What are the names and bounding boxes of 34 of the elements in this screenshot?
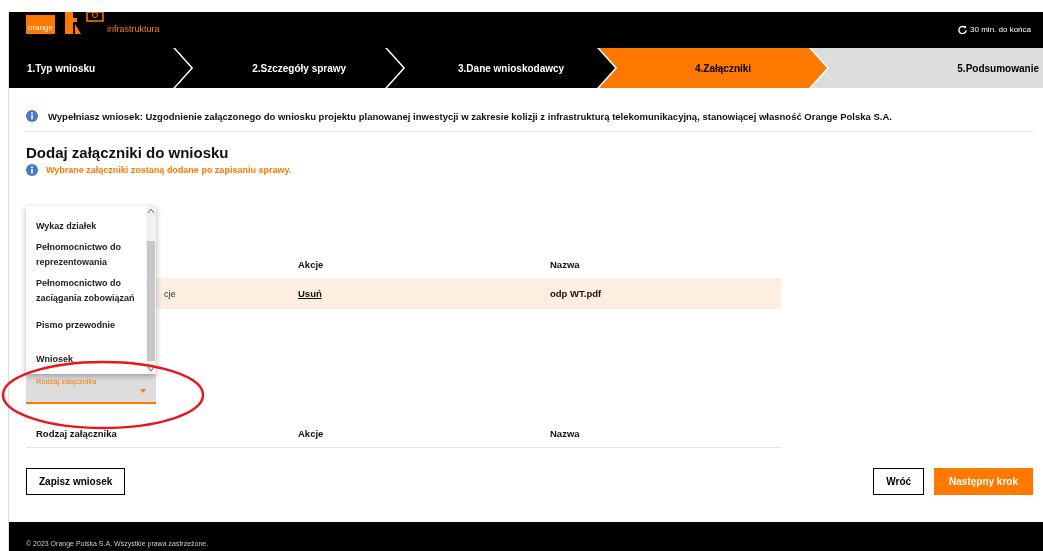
info-banner-text: Wypełniasz wniosek: Uzgodnienie załączonego do wniosku projektu planowanej inwestycji w zakresie kolizji z infrastrukturą telekomunikacyjną, stanowiącej własność Orange Polska S.A. xyxy=(48,110,892,122)
scrollbar[interactable] xyxy=(146,206,156,374)
wizard-step[interactable]: 1.Typ wniosku xyxy=(9,48,192,88)
column-header: Akcje xyxy=(288,419,540,448)
dropdown-option[interactable]: Wykaz działek xyxy=(26,216,146,237)
session-timer: 30 min. do końca xyxy=(970,25,1031,34)
table-cell: cje xyxy=(164,289,176,299)
column-header: Nazwa xyxy=(540,419,781,448)
column-header: Rodzaj załącznika xyxy=(26,419,288,448)
caret-icon xyxy=(140,389,146,393)
brand-name: infrastruktura xyxy=(106,24,160,34)
dropdown-option[interactable]: Pełnomocnictwo do zaciągania zobowiązań xyxy=(26,273,146,309)
info-icon xyxy=(26,164,38,176)
scroll-up-icon[interactable] xyxy=(148,209,154,213)
note-text: Wybrane załączniki zostaną dodane po zapisaniu sprawy. xyxy=(46,165,292,175)
save-button[interactable]: Zapisz wniosek xyxy=(26,468,126,495)
column-header: Akcje xyxy=(288,250,540,278)
back-button[interactable]: Wróć xyxy=(873,468,925,495)
brand-logo-icon xyxy=(62,12,105,34)
column-header: Nazwa xyxy=(540,250,781,278)
wizard-step[interactable]: 5.Podsumowanie xyxy=(811,48,1043,88)
remove-link[interactable]: Usuń xyxy=(298,288,322,299)
info-icon xyxy=(26,110,38,122)
wizard-step[interactable]: 4.Załączniki xyxy=(599,48,828,88)
refresh-icon xyxy=(958,25,968,34)
scroll-down-icon[interactable] xyxy=(148,367,154,371)
wizard-step[interactable]: 2.Szczegóły sprawy xyxy=(175,48,404,88)
dropdown-option[interactable]: Pełnomocnictwo do reprezentowania xyxy=(26,237,146,273)
dropdown-option[interactable]: Wniosek xyxy=(26,349,146,370)
wizard-step[interactable]: 3.Dane wnioskodawcy xyxy=(387,48,616,88)
dropdown-option[interactable]: Pismo przewodnie xyxy=(26,315,146,336)
table-cell: odp WT.pdf xyxy=(550,288,602,299)
section-title: Dodaj załączniki do wniosku xyxy=(26,144,230,161)
company-logo: orange xyxy=(26,15,55,34)
